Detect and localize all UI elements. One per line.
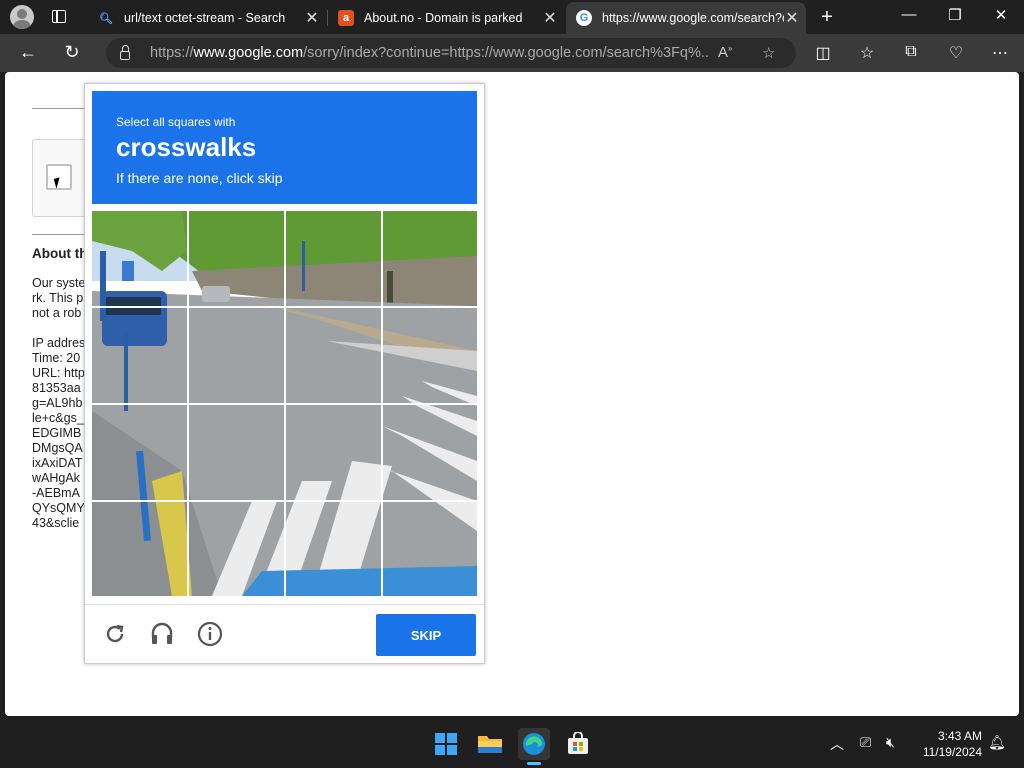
skip-note: If there are none, click skip <box>116 170 283 186</box>
info-icon[interactable] <box>196 620 224 648</box>
tab-actions-icon[interactable] <box>52 10 66 23</box>
tab-about-no[interactable]: a About.no - Domain is parked ✕ <box>328 2 564 34</box>
divider <box>32 234 92 235</box>
about-text-line: URL: http <box>32 366 85 380</box>
captcha-challenge: Select all squares with crosswalks If th… <box>84 83 485 664</box>
grid-tile-1-1[interactable] <box>92 211 188 307</box>
about-text-line: wAHgAk <box>32 471 80 485</box>
instruction-text: Select all squares with <box>116 115 236 129</box>
reload-challenge-icon[interactable] <box>101 620 129 648</box>
about-heading: About th <box>32 246 87 261</box>
recaptcha-widget <box>32 139 92 217</box>
back-icon[interactable]: ← <box>16 42 40 63</box>
notification-bell-icon[interactable]: 🔔︎ <box>988 734 1006 751</box>
read-aloud-icon[interactable]: A» <box>718 44 732 61</box>
show-hidden-icons-icon[interactable]: ︿ <box>830 734 844 754</box>
about-text: Our syste rk. This p not a rob IP addres Ti… <box>32 276 87 531</box>
about-text-line: le+c&gs_ <box>32 411 84 425</box>
split-screen-icon[interactable]: ◫ <box>812 43 834 63</box>
about-text-line: 81353aa <box>32 381 81 395</box>
captcha-header: Select all squares with crosswalks If th… <box>92 91 477 204</box>
about-text-line: ixAxiDAT <box>32 456 83 470</box>
about-text-line: 43&sclie <box>32 516 80 530</box>
about-text-line: rk. This p <box>32 291 84 305</box>
about-text-line: g=AL9hb <box>32 396 83 410</box>
audio-challenge-icon[interactable] <box>148 620 176 648</box>
lock-icon[interactable] <box>120 44 130 60</box>
grid-tile-3-4[interactable] <box>383 405 477 501</box>
browser-essentials-icon[interactable]: ♡ <box>945 43 967 63</box>
grid-tile-3-2[interactable] <box>189 405 285 501</box>
about-text-line: Our syste <box>32 276 86 290</box>
about-text-line: DMgsQA <box>32 441 83 455</box>
taskbar: ︿ ⎚ 🔇︎ 3:43 AM 11/19/2024 🔔︎ <box>0 720 1024 768</box>
grid-tile-1-3[interactable] <box>286 211 382 307</box>
profile-avatar-icon[interactable] <box>10 5 34 29</box>
divider <box>32 108 92 109</box>
network-icon[interactable]: ⎚ <box>860 734 871 751</box>
windows-start-icon[interactable] <box>430 728 462 760</box>
skip-button[interactable]: SKIP <box>376 614 476 656</box>
system-clock[interactable]: 3:43 AM 11/19/2024 <box>912 728 982 760</box>
grid-tile-3-1[interactable] <box>92 405 188 501</box>
favorite-star-icon[interactable]: ☆ <box>762 44 775 62</box>
favorites-icon[interactable]: ☆ <box>856 43 878 63</box>
about-text-line <box>32 321 87 336</box>
tab-title: About.no - Domain is parked <box>364 11 523 25</box>
about-text-line: not a rob <box>32 306 82 320</box>
grid-tile-4-1[interactable] <box>92 502 188 596</box>
more-menu-icon[interactable]: ⋯ <box>989 43 1011 63</box>
about-text-line: Time: 20 <box>32 351 81 365</box>
about-text-line: QYsQMY <box>32 501 85 515</box>
minimize-icon[interactable]: — <box>897 6 921 23</box>
collections-icon[interactable]: ⧉ <box>900 43 922 61</box>
grid-tile-4-2[interactable] <box>189 502 285 596</box>
address-toolbar: ← ↻ https://www.google.com/sorry/index?c… <box>0 34 1024 72</box>
address-bar[interactable]: https://www.google.com/sorry/index?conti… <box>106 38 796 68</box>
about-text-line: IP addres <box>32 336 86 350</box>
image-grid <box>92 211 477 596</box>
new-tab-icon[interactable]: + <box>816 6 838 29</box>
restore-icon[interactable]: ❐ <box>943 6 967 24</box>
grid-tile-2-4[interactable] <box>383 308 477 404</box>
grid-tile-2-1[interactable] <box>92 308 188 404</box>
grid-tile-3-3[interactable] <box>286 405 382 501</box>
grid-tile-2-3[interactable] <box>286 308 382 404</box>
grid-tile-2-2[interactable] <box>189 308 285 404</box>
grid-tile-4-3[interactable] <box>286 502 382 596</box>
edge-icon[interactable] <box>518 728 550 760</box>
grid-tile-1-2[interactable] <box>189 211 285 307</box>
about-no-icon: a <box>338 10 354 26</box>
tab-title: url/text octet-stream - Search <box>124 11 286 25</box>
active-app-indicator <box>527 762 541 765</box>
refresh-icon[interactable]: ↻ <box>60 42 84 63</box>
tab-search[interactable]: 🔍︎ url/text octet-stream - Search ✕ <box>88 2 326 34</box>
clock-time: 3:43 AM <box>937 729 982 743</box>
tab-bar: 🔍︎ url/text octet-stream - Search ✕ a Ab… <box>0 0 1024 34</box>
tab-google[interactable]: G https://www.google.com/search?q= ✕ <box>566 2 806 34</box>
tab-title: https://www.google.com/search?q= <box>602 11 784 25</box>
close-tab-icon[interactable]: ✕ <box>304 8 320 28</box>
volume-muted-icon[interactable]: 🔇︎ <box>886 734 895 751</box>
captcha-footer: SKIP <box>85 604 484 664</box>
grid-tile-1-4[interactable] <box>383 211 477 307</box>
close-window-icon[interactable]: ✕ <box>989 6 1013 24</box>
about-text-line: EDGIMB <box>32 426 82 440</box>
clock-date: 11/19/2024 <box>922 745 982 759</box>
bing-search-icon: 🔍︎ <box>99 12 113 25</box>
close-tab-icon[interactable]: ✕ <box>542 8 558 28</box>
grid-tile-4-4[interactable] <box>383 502 477 596</box>
file-explorer-icon[interactable] <box>474 728 506 760</box>
google-icon: G <box>576 10 592 26</box>
about-text-line: -AEBmA <box>32 486 80 500</box>
store-icon[interactable] <box>562 728 594 760</box>
url-text[interactable]: https://www.google.com/sorry/index?conti… <box>150 45 710 61</box>
target-object: crosswalks <box>116 132 257 162</box>
close-tab-icon[interactable]: ✕ <box>784 8 800 28</box>
